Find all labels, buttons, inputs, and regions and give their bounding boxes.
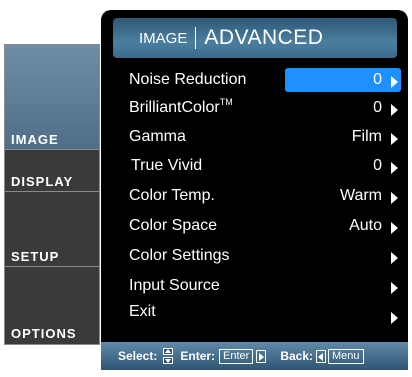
select-hint-label: Select: xyxy=(118,349,158,363)
menu-item-label: BrilliantColorTM xyxy=(129,97,233,117)
menu-item-label: Gamma xyxy=(129,128,186,145)
menu-item-label: Input Source xyxy=(129,277,220,294)
menu-item-value: 0 xyxy=(373,71,382,88)
menu-item-value: Film xyxy=(351,128,382,145)
back-hint-label: Back: xyxy=(280,349,314,363)
arrow-right-icon xyxy=(391,192,398,204)
menu-item-label: Color Space xyxy=(129,217,218,234)
menu-item-label: Exit xyxy=(129,303,156,320)
menu-item-label: Color Temp. xyxy=(129,187,215,204)
menu-key: Menu xyxy=(328,348,364,364)
menu-item-value: Warm xyxy=(339,187,382,204)
tab-column: IMAGE DISPLAY SETUP OPTIONS xyxy=(4,44,100,345)
osd-panel: IMAGE ADVANCED Noise Reduction 0 Brillia… xyxy=(101,10,408,370)
menu-item-true-vivid[interactable]: True Vivid 0 xyxy=(101,151,408,181)
arrow-right-icon xyxy=(391,76,398,88)
menu-item-label-text: BrilliantColor xyxy=(129,99,220,116)
menu-item-color-temp[interactable]: Color Temp. Warm xyxy=(101,181,408,211)
menu-item-brilliantcolor[interactable]: BrilliantColorTM 0 xyxy=(101,93,408,123)
menu-item-gamma[interactable]: Gamma Film xyxy=(101,122,408,152)
menu-item-label: True Vivid xyxy=(131,157,203,174)
menu-item-label: Noise Reduction xyxy=(129,71,247,88)
arrow-right-icon xyxy=(391,282,398,294)
menu-item-value: 0 xyxy=(373,99,382,116)
arrow-right-icon xyxy=(391,222,398,234)
enter-key: Enter xyxy=(219,348,254,364)
tab-options-label: OPTIONS xyxy=(11,326,77,341)
header-section: IMAGE xyxy=(139,29,188,47)
left-arrow-key-icon xyxy=(316,349,327,363)
menu-item-value: 0 xyxy=(373,157,382,174)
tab-setup-label: SETUP xyxy=(11,249,60,264)
arrow-right-icon xyxy=(391,133,398,145)
menu-item-color-settings[interactable]: Color Settings xyxy=(101,241,408,271)
menu-item-noise-reduction[interactable]: Noise Reduction 0 xyxy=(101,65,408,95)
arrow-right-icon xyxy=(391,162,398,174)
up-down-keys-icon xyxy=(163,348,174,364)
tab-setup[interactable]: SETUP xyxy=(5,192,99,267)
header-title: ADVANCED xyxy=(204,26,324,49)
trademark-mark: TM xyxy=(219,97,233,107)
tab-options[interactable]: OPTIONS xyxy=(5,267,99,344)
tab-display-label: DISPLAY xyxy=(11,174,74,189)
tab-image[interactable]: IMAGE xyxy=(5,45,99,150)
menu-item-color-space[interactable]: Color Space Auto xyxy=(101,211,408,241)
tab-image-label: IMAGE xyxy=(11,132,59,147)
help-bar: Select: Enter: Enter Back: Menu xyxy=(101,342,408,370)
header-separator xyxy=(195,27,197,49)
right-arrow-key-icon xyxy=(256,349,267,363)
menu-item-label: Color Settings xyxy=(129,247,230,264)
menu-item-exit[interactable]: Exit xyxy=(101,297,408,327)
tab-display[interactable]: DISPLAY xyxy=(5,150,99,192)
selection-highlight xyxy=(285,68,401,92)
arrow-right-icon xyxy=(391,252,398,264)
arrow-right-icon xyxy=(391,104,398,116)
panel-header: IMAGE ADVANCED xyxy=(113,18,397,58)
menu-item-value: Auto xyxy=(349,217,382,234)
enter-hint-label: Enter: xyxy=(180,349,216,363)
arrow-right-icon xyxy=(391,312,398,324)
